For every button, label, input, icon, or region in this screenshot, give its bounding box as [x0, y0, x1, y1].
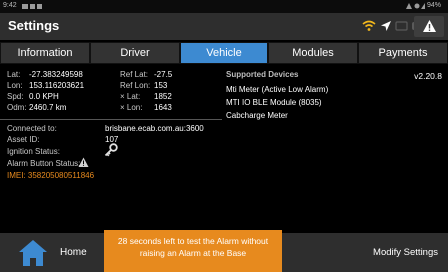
- key-icon: [104, 143, 118, 157]
- imei-text: IMEI: 358205080511846: [7, 171, 95, 180]
- alarm-warning-button[interactable]: [414, 16, 444, 37]
- alarm-button-status-label: Alarm Button Status:: [7, 159, 81, 168]
- device-item: Mti Meter (Active Low Alarm): [226, 85, 329, 94]
- app-header: Settings: [0, 13, 448, 40]
- xlat-value: 1852: [154, 92, 172, 101]
- signal-icons: [406, 3, 425, 9]
- device-item: MTI IO BLE Module (8035): [226, 98, 322, 107]
- section-divider: [0, 119, 222, 120]
- tab-information[interactable]: Information: [0, 42, 90, 64]
- ref-lat-label: Ref Lat:: [120, 70, 149, 79]
- warning-icon: [423, 20, 436, 32]
- meter-icon: [395, 21, 408, 31]
- ref-lon-label: Ref Lon:: [120, 81, 151, 90]
- app-version: v2.20.8: [414, 71, 442, 81]
- status-bar: 9:42 94%: [0, 0, 448, 13]
- tab-modules[interactable]: Modules: [268, 42, 358, 64]
- home-label: Home: [60, 247, 87, 258]
- home-button[interactable]: Home: [0, 233, 104, 272]
- tab-driver[interactable]: Driver: [90, 42, 180, 64]
- spd-label: Spd:: [7, 92, 24, 101]
- supported-devices-heading: Supported Devices: [226, 70, 299, 79]
- asset-id-label: Asset ID:: [7, 135, 40, 144]
- ref-lon-value: 153: [154, 81, 168, 90]
- lon-label: Lon:: [7, 81, 23, 90]
- wifi-icon: [362, 20, 376, 31]
- ref-lat-value: -27.5: [154, 70, 173, 79]
- spd-value: 0.0 KPH: [29, 92, 59, 101]
- battery-level: 94%: [427, 2, 442, 9]
- status-time: 9:42: [3, 2, 17, 9]
- odm-label: Odm:: [7, 103, 27, 112]
- tab-bar: Information Driver Vehicle Modules Payme…: [0, 42, 448, 66]
- lat-value: -27.383249598: [29, 70, 83, 79]
- xlon-label: × Lon:: [120, 103, 143, 112]
- tab-payments[interactable]: Payments: [358, 42, 448, 64]
- bottom-bar: Home 28 seconds left to test the Alarm w…: [0, 230, 448, 272]
- connected-value: brisbane.ecab.com.au:3600: [105, 124, 204, 133]
- modify-settings-label: Modify Settings: [373, 247, 438, 258]
- modify-settings-button[interactable]: Modify Settings: [348, 233, 448, 272]
- alarm-warning-icon: [78, 157, 89, 167]
- page-title: Settings: [8, 18, 60, 33]
- alarm-test-banner: 28 seconds left to test the Alarm withou…: [104, 230, 282, 272]
- device-item: Cabcharge Meter: [226, 111, 288, 120]
- gps-arrow-icon: [381, 21, 391, 31]
- connected-label: Connected to:: [7, 124, 57, 133]
- ignition-status-label: Ignition Status:: [7, 147, 60, 156]
- xlat-label: × Lat:: [120, 92, 141, 101]
- lon-value: 153.116203621: [29, 81, 85, 90]
- odm-value: 2460.7 km: [29, 103, 67, 112]
- xlon-value: 1643: [154, 103, 172, 112]
- lat-label: Lat:: [7, 70, 21, 79]
- notification-icons: [22, 4, 42, 9]
- home-icon: [19, 240, 47, 266]
- tab-vehicle[interactable]: Vehicle: [180, 42, 268, 64]
